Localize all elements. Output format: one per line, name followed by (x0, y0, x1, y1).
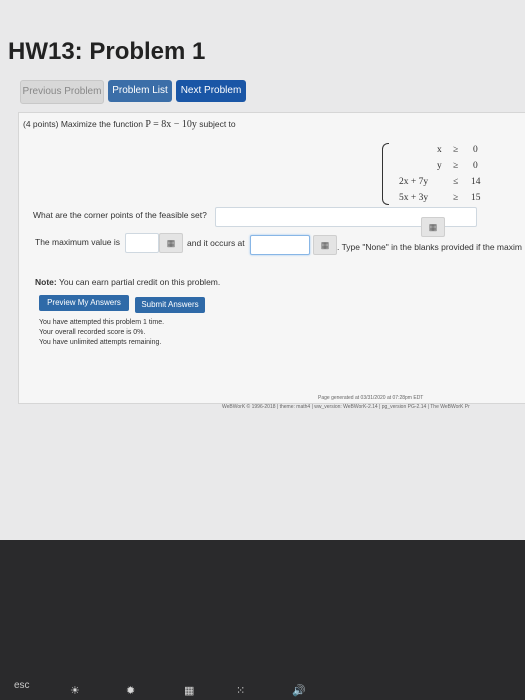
browser-screen: HW13: Problem 1 Previous Problem Problem… (0, 0, 525, 540)
max-value-input[interactable] (125, 233, 159, 253)
volume-icon[interactable]: 🔊 (292, 684, 306, 697)
footer-credits: WeBWorK © 1996-2018 | theme: math4 | ww_… (222, 404, 470, 410)
points-label: (4 points) (23, 119, 59, 129)
max-value-label: The maximum value is (35, 237, 121, 247)
brightness-up-icon[interactable]: ✹ (126, 684, 135, 697)
submit-answers-button[interactable]: Submit Answers (135, 297, 205, 313)
page-generated-text: Page generated at 03/31/2020 at 07:28pm … (318, 395, 424, 401)
problem-statement: (4 points) Maximize the function P = 8x … (23, 119, 236, 130)
statement-text: Maximize the function (60, 119, 144, 129)
equation-editor-icon[interactable]: ▦ (159, 233, 183, 253)
constraint-row: x ≥ 0 (437, 145, 478, 155)
constraint-brace (382, 143, 389, 205)
preview-answers-button[interactable]: Preview My Answers (39, 295, 129, 311)
constraint-row: 2x + 7y ≤ 14 (399, 177, 481, 187)
launchpad-icon[interactable]: ⁙ (236, 684, 245, 697)
note-text: Note: You can earn partial credit on thi… (35, 277, 221, 287)
mission-control-icon[interactable]: ▦ (184, 684, 194, 697)
problem-panel: (4 points) Maximize the function P = 8x … (18, 112, 525, 404)
occurs-at-input[interactable] (250, 235, 310, 255)
constraint-row: 5x + 3y ≥ 15 (399, 193, 481, 203)
page-title: HW13: Problem 1 (8, 38, 206, 65)
next-problem-button[interactable]: Next Problem (176, 80, 246, 102)
previous-problem-button[interactable]: Previous Problem (20, 80, 104, 104)
constraint-row: y ≥ 0 (437, 161, 478, 171)
brightness-down-icon[interactable]: ☀ (70, 684, 80, 697)
score-status: Your overall recorded score is 0%. (39, 329, 146, 336)
esc-key[interactable]: esc (14, 680, 30, 691)
corner-points-question: What are the corner points of the feasib… (33, 210, 207, 220)
attempt-status: You have attempted this problem 1 time. (39, 319, 165, 326)
subject-to-text: subject to (199, 119, 236, 129)
attempts-remaining-status: You have unlimited attempts remaining. (39, 339, 162, 346)
none-hint: . Type "None" in the blanks provided if … (337, 242, 522, 252)
equation-editor-icon[interactable]: ▦ (313, 235, 337, 255)
objective-function: P = 8x − 10y (145, 119, 197, 130)
occurs-at-label: and it occurs at (187, 238, 245, 248)
equation-editor-icon[interactable]: ▦ (421, 217, 445, 237)
problem-list-button[interactable]: Problem List (108, 80, 172, 102)
